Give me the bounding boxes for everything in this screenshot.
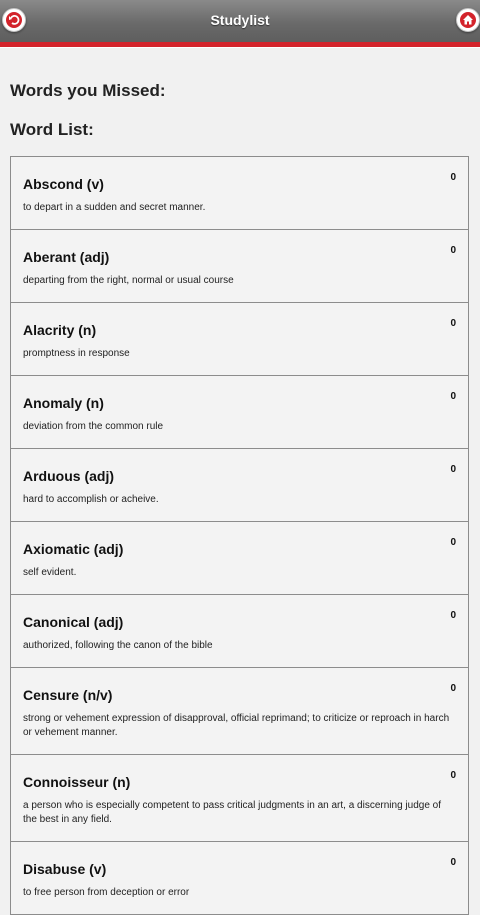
miss-count: 0 [450,464,456,475]
word-item[interactable]: Connoisseur (n) a person who is especiall… [10,755,469,842]
word-definition: strong or vehement expression of disappr… [23,713,450,738]
word-list-heading: Word List: [10,120,94,139]
word-item[interactable]: Censure (n/v) strong or vehement expressi… [10,668,469,755]
word-item[interactable]: Axiomatic (adj) self evident. 0 [10,522,469,595]
top-bar: Studylist [0,0,480,42]
word-title: Axiomatic (adj) [23,541,124,557]
word-title: Arduous (adj) [23,468,114,484]
word-item[interactable]: Disabuse (v) to free person from deceptio… [10,842,469,915]
home-button[interactable] [456,8,480,32]
miss-count: 0 [450,172,456,183]
word-item[interactable]: Anomaly (n) deviation from the common rul… [10,376,469,449]
miss-count: 0 [450,610,456,621]
word-title: Alacrity (n) [23,322,97,338]
miss-count: 0 [450,857,456,868]
word-item[interactable]: Canonical (adj) authorized, following the… [10,595,469,668]
word-title: Connoisseur (n) [23,774,131,790]
miss-count: 0 [450,318,456,329]
word-definition: promptness in response [23,348,130,359]
word-definition: self evident. [23,567,77,578]
word-title: Abscond (v) [23,176,104,192]
miss-count: 0 [450,245,456,256]
word-title: Censure (n/v) [23,687,113,703]
header-accent-stripe [0,42,480,48]
miss-count: 0 [450,537,456,548]
missed-words-heading: Words you Missed: [10,81,166,100]
word-title: Anomaly (n) [23,395,104,411]
word-title: Aberant (adj) [23,249,110,265]
miss-count: 0 [450,770,456,781]
miss-count: 0 [450,391,456,402]
word-item[interactable]: Arduous (adj) hard to accomplish or achei… [10,449,469,522]
page-title: Studylist [210,12,270,28]
word-item[interactable]: Alacrity (n) promptness in response 0 [10,303,469,376]
word-list: Abscond (v) to depart in a sudden and sec… [10,156,469,915]
word-definition: to depart in a sudden and secret manner. [23,202,206,213]
word-definition: deviation from the common rule [23,421,164,432]
word-definition: to free person from deception or error [23,887,190,898]
word-definition: a person who is especially competent to … [23,800,442,825]
word-definition: hard to accomplish or acheive. [23,494,159,505]
word-title: Canonical (adj) [23,614,124,630]
word-definition: authorized, following the canon of the b… [23,640,213,651]
miss-count: 0 [450,683,456,694]
word-item[interactable]: Aberant (adj) departing from the right, n… [10,230,469,303]
word-item[interactable]: Abscond (v) to depart in a sudden and sec… [10,157,469,230]
word-definition: departing from the right, normal or usua… [23,275,234,286]
home-icon [463,15,473,25]
word-title: Disabuse (v) [23,861,107,877]
